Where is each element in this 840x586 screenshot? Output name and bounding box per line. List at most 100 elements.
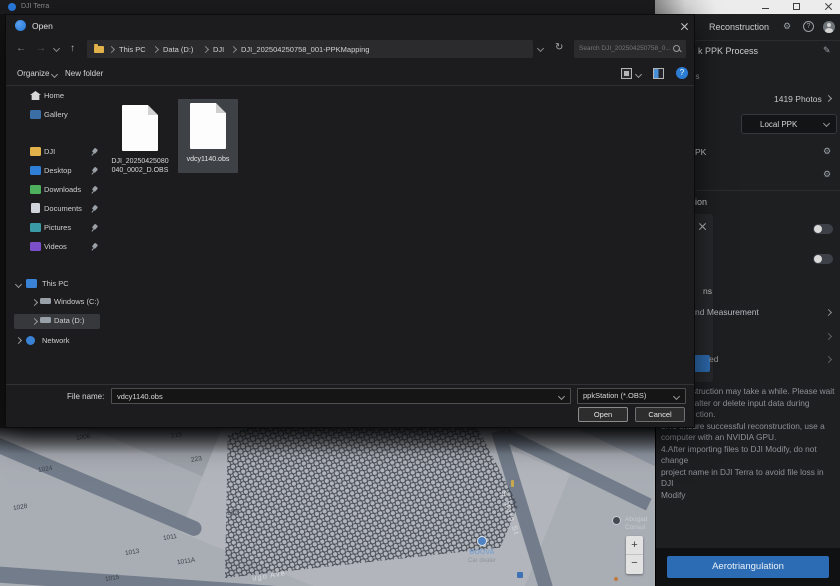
ppk-settings-gear-icon[interactable]: ⚙ [823, 147, 831, 156]
poi-boova-subtitle: Car dealer [460, 558, 504, 564]
toggle-switch-2[interactable] [813, 254, 833, 264]
new-folder-button[interactable]: New folder [65, 69, 103, 78]
zoom-out-button[interactable]: − [626, 555, 643, 573]
file-tile[interactable]: DJI_20250425080 040_0002_D.OBS [106, 101, 174, 181]
option-row-3-fragment[interactable]: ed [709, 354, 718, 364]
file-name-input[interactable] [117, 390, 547, 402]
sidebar-item-data-d[interactable]: Data (D:) [54, 316, 84, 325]
breadcrumb-sep-icon [108, 45, 115, 52]
option-row-2-chevron-icon[interactable] [825, 333, 832, 340]
option-row-3-chevron-icon[interactable] [825, 356, 832, 363]
search-box[interactable] [574, 40, 686, 58]
sidebar-item-windows-c[interactable]: Windows (C:) [54, 297, 99, 306]
organize-button[interactable]: Organize [17, 69, 49, 78]
file-name-chevron-icon[interactable] [558, 393, 565, 400]
app-title: DJI Terra [21, 3, 49, 10]
user-avatar[interactable] [823, 21, 835, 33]
nav-forward-icon[interactable]: → [36, 43, 46, 54]
task-title-fragment: k PPK Process [698, 46, 758, 56]
note-line: project name in DJI Terra to avoid file … [661, 467, 837, 490]
this-pc-expand-icon[interactable] [15, 281, 22, 288]
poi-abogad-icon[interactable] [612, 516, 621, 525]
videos-icon [30, 242, 41, 251]
sidebar-item-network[interactable]: Network [42, 336, 70, 345]
pin-icon [88, 146, 99, 157]
poi-abogad-line2: Consul [625, 524, 645, 531]
window-maximize-button[interactable] [793, 3, 800, 10]
breadcrumb-item[interactable]: Data (D:) [163, 45, 193, 54]
downloads-icon [30, 185, 41, 194]
window-close-button[interactable] [824, 2, 833, 11]
search-icon [673, 45, 682, 54]
option-row-1-fragment[interactable]: nd Measurement [695, 307, 759, 317]
open-dialog: Open ← → ↑ This PC Data (D:) DJI DJI_202… [5, 14, 695, 428]
subdialog-close-icon[interactable] [698, 222, 707, 231]
sidebar-item-documents[interactable]: Documents [44, 204, 82, 213]
sidebar-item-home[interactable]: Home [44, 91, 64, 100]
file-name-line: 040_0002_D.OBS [106, 167, 174, 174]
station-settings-gear-icon[interactable]: ⚙ [823, 170, 831, 179]
address-dropdown-chevron-icon[interactable] [537, 45, 544, 52]
open-button[interactable]: Open [578, 407, 628, 422]
map-house-number: 1011 [163, 533, 178, 542]
photos-chevron-icon[interactable] [825, 95, 832, 102]
sidebar-item-pictures[interactable]: Pictures [44, 223, 71, 232]
view-mode-icon[interactable] [621, 68, 632, 79]
dialog-sidebar: Home Gallery DJI Desktop Downloads Docum… [6, 86, 101, 382]
titlebar-light-strip [655, 0, 840, 14]
sidebar-item-dji[interactable]: DJI [44, 147, 55, 156]
folder-icon [94, 46, 104, 53]
preview-pane-icon[interactable] [653, 68, 664, 79]
pictures-icon [30, 223, 41, 232]
nav-up-icon[interactable]: ↑ [70, 43, 75, 54]
breadcrumb-item[interactable]: This PC [119, 45, 146, 54]
file-name-combobox[interactable] [111, 388, 571, 404]
sidebar-item-this-pc[interactable]: This PC [42, 279, 69, 288]
settings-gear-icon[interactable]: ⚙ [783, 22, 791, 31]
sidebar-item-gallery[interactable]: Gallery [44, 110, 68, 119]
view-mode-chevron-icon[interactable] [635, 71, 642, 78]
nav-back-icon[interactable]: ← [16, 43, 26, 54]
poi-abogad-line1[interactable]: Abogad [625, 516, 647, 523]
aerotriangulation-button[interactable]: Aerotriangulation [667, 556, 829, 578]
breadcrumb-bar[interactable]: This PC Data (D:) DJI DJI_202504250758_0… [87, 40, 533, 58]
drive-icon [40, 298, 51, 304]
search-input[interactable] [579, 42, 671, 55]
poi-boova-title[interactable]: BOOVA [462, 549, 502, 556]
nav-recent-chevron-icon[interactable] [53, 45, 60, 52]
edit-pencil-icon[interactable]: ✎ [823, 46, 831, 55]
help-icon[interactable]: ? [803, 21, 814, 32]
toggle-switch-1[interactable] [813, 224, 833, 234]
pin-icon [88, 241, 99, 252]
refresh-icon[interactable]: ↻ [555, 42, 563, 53]
ppk-mode-chevron-icon [823, 120, 830, 127]
windows-c-expand-icon[interactable] [31, 299, 38, 306]
sidebar-item-desktop[interactable]: Desktop [44, 166, 72, 175]
map-area[interactable]: 1006 219 223 1024 1028 225 1011 1013 101… [0, 428, 655, 586]
sidebar-item-videos[interactable]: Videos [44, 242, 67, 251]
documents-icon [31, 203, 40, 213]
file-name-line: DJI_20250425080 [106, 158, 174, 165]
breadcrumb-item[interactable]: DJI_202504250758_001-PPKMapping [241, 45, 369, 54]
photos-count[interactable]: 1419 Photos [774, 94, 822, 104]
home-icon [30, 91, 41, 100]
ppk-mode-select[interactable]: Local PPK [741, 114, 837, 134]
dialog-help-icon[interactable]: ? [676, 67, 688, 79]
network-expand-icon[interactable] [15, 337, 22, 344]
ppk-row-fragment: PK [695, 147, 706, 157]
sidebar-item-downloads[interactable]: Downloads [44, 185, 81, 194]
cancel-button[interactable]: Cancel [635, 407, 685, 422]
poi-boova-icon[interactable] [477, 536, 487, 546]
subdialog-ok-button-fragment[interactable] [693, 355, 710, 372]
breadcrumb-item[interactable]: DJI [213, 45, 224, 54]
file-type-chevron-icon[interactable] [673, 393, 680, 400]
file-tile-selected[interactable]: vdcy1140.obs [178, 99, 238, 173]
option-row-1-chevron-icon[interactable] [825, 309, 832, 316]
file-type-combobox[interactable]: ppkStation (*.OBS) [577, 388, 686, 404]
dialog-titlebar: Open [6, 15, 694, 37]
map-zoom-control: + − [626, 536, 643, 574]
drive-icon [40, 317, 51, 323]
zoom-in-button[interactable]: + [626, 536, 643, 555]
window-minimize-button[interactable] [762, 8, 769, 9]
dialog-close-icon[interactable] [680, 22, 689, 31]
